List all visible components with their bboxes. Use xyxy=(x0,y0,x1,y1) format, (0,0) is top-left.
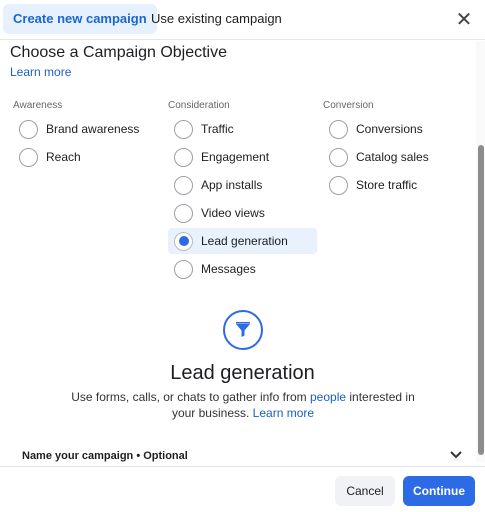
option-store-traffic[interactable]: Store traffic xyxy=(329,172,417,198)
option-label: Conversions xyxy=(356,122,423,136)
objective-description: Use forms, calls, or chats to gather inf… xyxy=(60,389,426,421)
radio-button[interactable] xyxy=(329,119,348,139)
close-icon[interactable]: ✕ xyxy=(452,8,476,32)
radio-button[interactable] xyxy=(19,119,38,139)
radio-button[interactable] xyxy=(19,147,38,167)
option-engagement[interactable]: Engagement xyxy=(174,144,269,170)
cancel-button[interactable]: Cancel xyxy=(335,476,395,506)
option-lead-generation[interactable]: Lead generation xyxy=(168,228,317,254)
option-video-views[interactable]: Video views xyxy=(174,200,265,226)
chevron-down-icon[interactable] xyxy=(450,450,462,462)
option-label: App installs xyxy=(201,178,263,192)
radio-button-selected[interactable] xyxy=(174,231,193,251)
radio-button[interactable] xyxy=(174,147,193,167)
radio-dot xyxy=(178,236,189,246)
option-brand-awareness[interactable]: Brand awareness xyxy=(19,116,139,142)
tab-use-existing-campaign[interactable]: Use existing campaign xyxy=(141,4,292,34)
column-heading-awareness: Awareness xyxy=(13,100,63,111)
option-label: Traffic xyxy=(201,122,234,136)
column-heading-conversion: Conversion xyxy=(323,100,374,111)
option-messages[interactable]: Messages xyxy=(174,256,256,282)
dialog-header: Create new campaign Use existing campaig… xyxy=(0,0,485,40)
radio-button[interactable] xyxy=(174,119,193,139)
option-label: Brand awareness xyxy=(46,122,140,136)
learn-more-link[interactable]: Learn more xyxy=(10,65,71,79)
option-catalog-sales[interactable]: Catalog sales xyxy=(329,144,429,170)
option-reach[interactable]: Reach xyxy=(19,144,81,170)
option-traffic[interactable]: Traffic xyxy=(174,116,234,142)
radio-button[interactable] xyxy=(329,147,348,167)
column-heading-consideration: Consideration xyxy=(168,100,230,111)
option-label: Catalog sales xyxy=(356,150,429,164)
description-text: Use forms, calls, or chats to gather inf… xyxy=(71,390,310,404)
option-label: Engagement xyxy=(201,150,270,164)
radio-button[interactable] xyxy=(174,259,193,279)
tab-create-new-campaign[interactable]: Create new campaign xyxy=(3,4,157,34)
dialog-footer: Cancel Continue xyxy=(0,466,485,512)
scrollbar-thumb[interactable] xyxy=(478,145,484,455)
radio-button[interactable] xyxy=(329,175,348,195)
name-campaign-toggle[interactable]: Name your campaign • Optional xyxy=(22,448,462,464)
option-label: Reach xyxy=(46,150,81,164)
funnel-icon xyxy=(223,310,263,350)
name-campaign-label: Name your campaign • Optional xyxy=(22,450,188,462)
option-label: Video views xyxy=(201,206,265,220)
option-conversions[interactable]: Conversions xyxy=(329,116,423,142)
learn-more-link[interactable]: Learn more xyxy=(253,406,314,420)
objective-detail-title: Lead generation xyxy=(170,362,315,384)
people-link[interactable]: people xyxy=(310,390,346,404)
radio-button[interactable] xyxy=(174,203,193,223)
continue-button[interactable]: Continue xyxy=(403,476,475,506)
radio-button[interactable] xyxy=(174,175,193,195)
option-label: Store traffic xyxy=(356,178,418,192)
option-label: Messages xyxy=(201,262,256,276)
option-label: Lead generation xyxy=(201,234,288,248)
option-app-installs[interactable]: App installs xyxy=(174,172,262,198)
page-title: Choose a Campaign Objective xyxy=(10,44,228,61)
